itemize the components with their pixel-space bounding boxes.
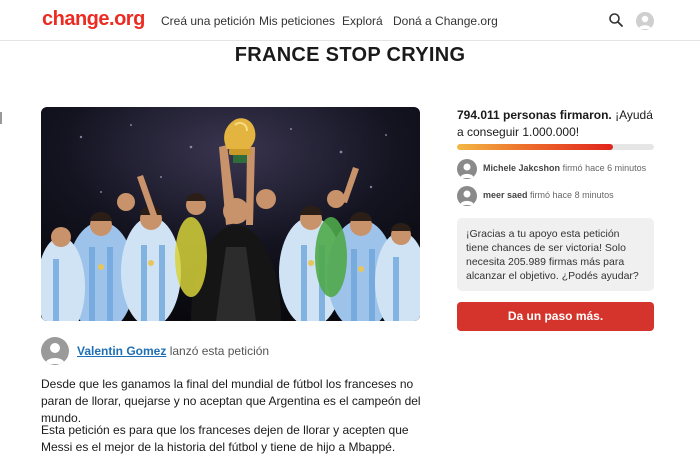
petition-title: FRANCE STOP CRYING: [234, 44, 466, 66]
signer-text: Michele Jakcshon firmó hace 6 minutos: [483, 163, 646, 173]
top-navbar: change.org Creá una petición Mis peticio…: [0, 0, 700, 41]
signer-avatar-icon: [457, 186, 477, 206]
take-next-step-button[interactable]: Da un paso más.: [457, 302, 654, 331]
starter-avatar-icon[interactable]: [41, 337, 69, 365]
signature-progress-bar: [457, 144, 654, 150]
starter-name-link[interactable]: Valentin Gomez: [77, 344, 166, 358]
signature-count: 794.011 personas firmaron. ¡Ayudá a cons…: [457, 107, 657, 141]
change-org-logo[interactable]: change.org: [42, 8, 145, 31]
starter-text: Valentin Gomez lanzó esta petición: [77, 344, 269, 358]
signer-name: meer saed: [483, 190, 528, 200]
signer-action: firmó hace 6 minutos: [562, 163, 647, 173]
search-icon[interactable]: [608, 12, 624, 28]
team-celebration-photo: [41, 107, 420, 321]
starter-suffix: lanzó esta petición: [169, 344, 270, 358]
page-edge-marker: [0, 112, 2, 124]
nav-start-petition[interactable]: Creá una petición: [161, 14, 255, 28]
signer-name: Michele Jakcshon: [483, 163, 561, 173]
signer-text: meer saed firmó hace 8 minutos: [483, 190, 614, 200]
nav-explore[interactable]: Explorá: [342, 14, 383, 28]
support-callout: ¡Gracias a tu apoyo esta petición tiene …: [457, 218, 654, 291]
nav-donate[interactable]: Doná a Change.org: [393, 14, 498, 28]
progress-fill: [457, 144, 614, 150]
petition-description-paragraph-2: Esta petición es para que los franceses …: [41, 423, 409, 454]
signer-action: firmó hace 8 minutos: [530, 190, 614, 200]
nav-my-petitions[interactable]: Mis peticiones: [259, 14, 335, 28]
signature-count-number: 794.011 personas firmaron.: [457, 108, 612, 122]
signer-avatar-icon: [457, 159, 477, 179]
petition-description-paragraph-1: Desde que les ganamos la final del mundi…: [41, 377, 421, 425]
user-avatar-icon[interactable]: [636, 12, 654, 30]
